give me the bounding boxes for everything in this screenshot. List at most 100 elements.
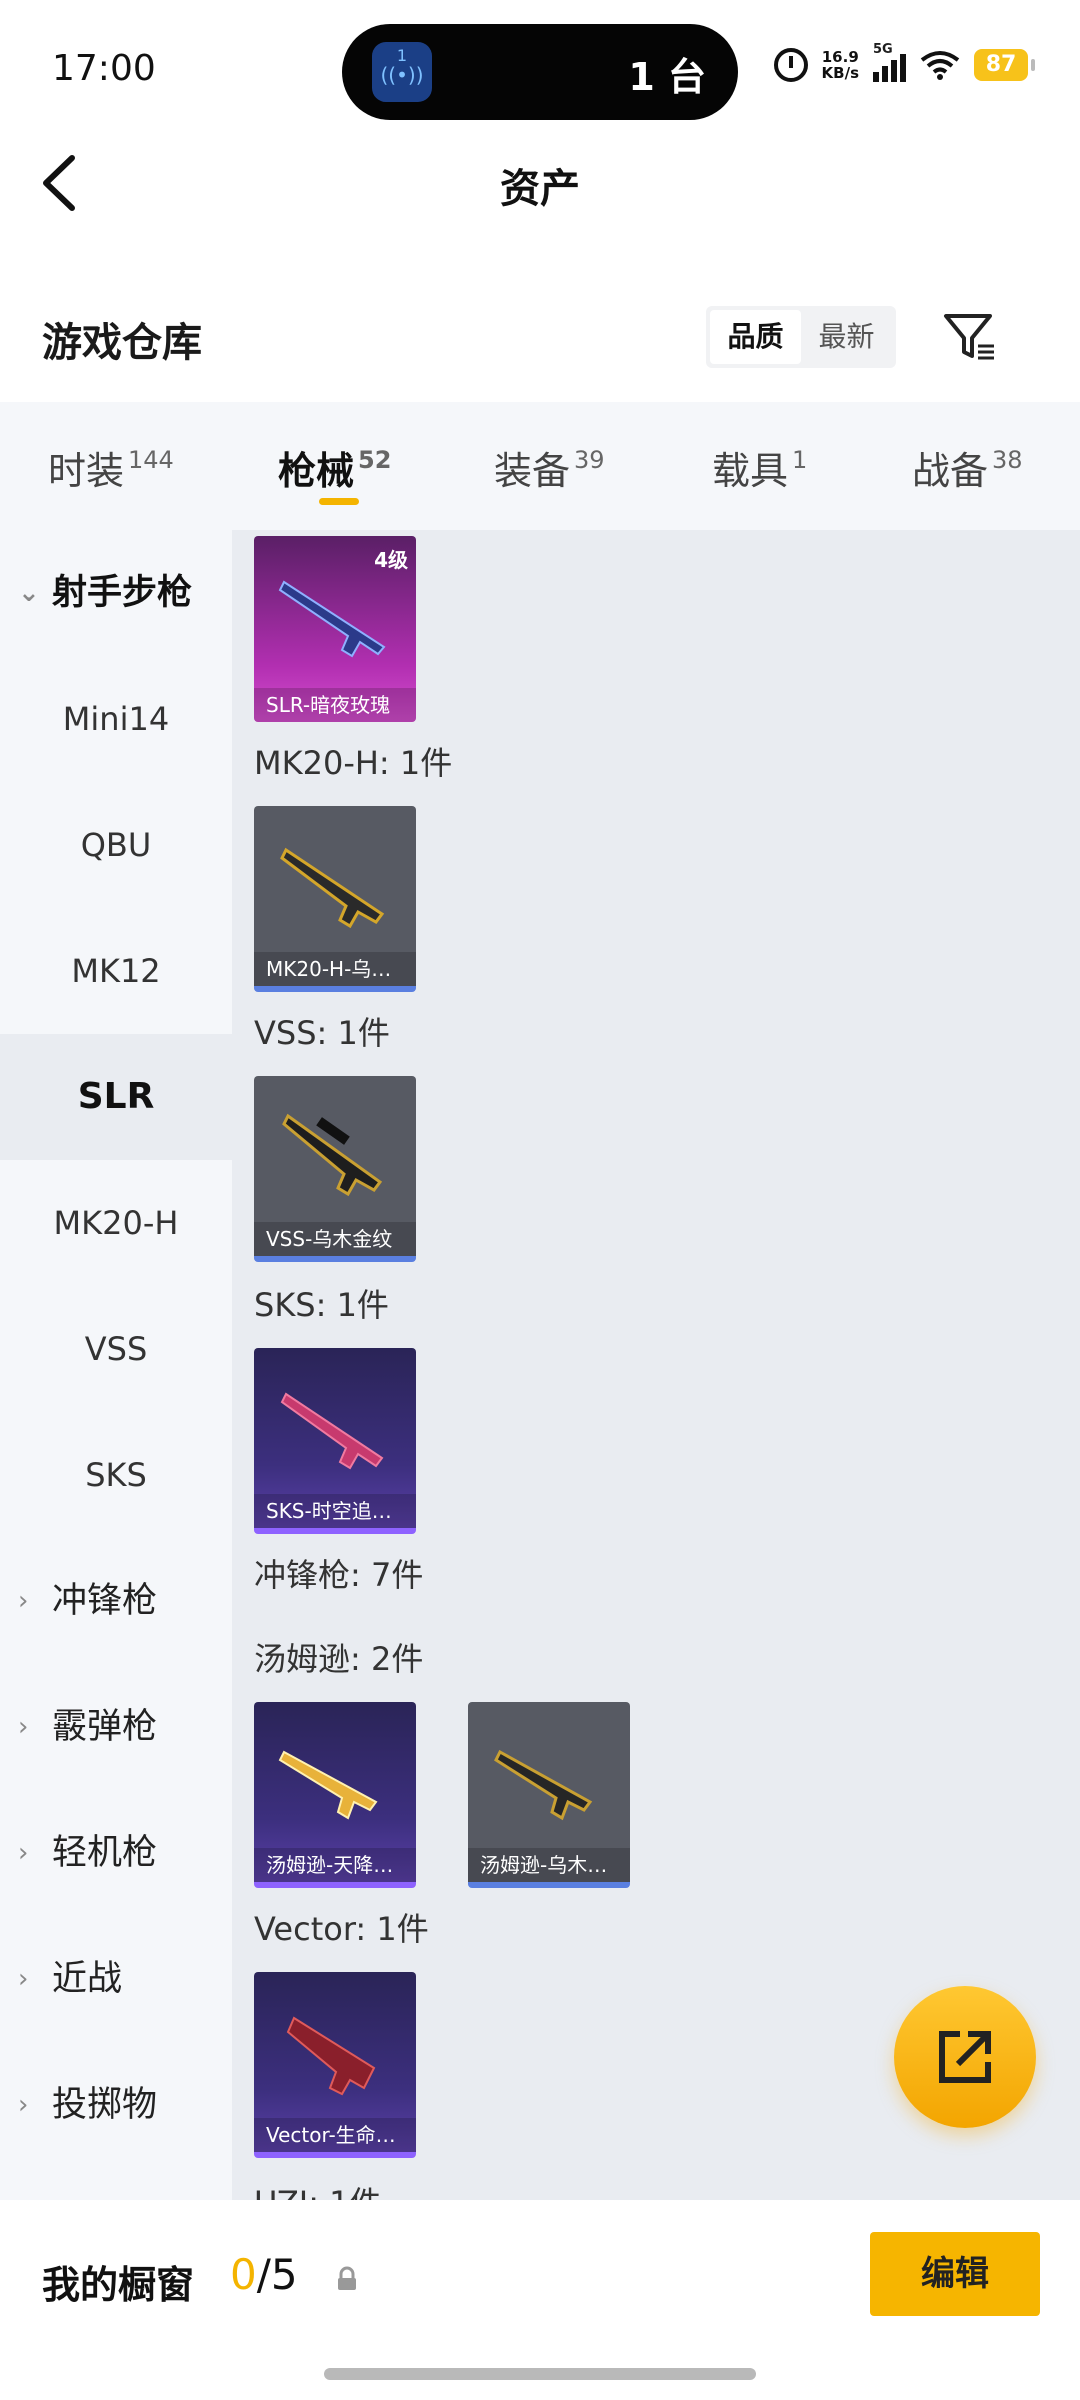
tab-label: 载具 xyxy=(712,449,789,493)
chevron-down-icon: ⌄ xyxy=(18,578,40,608)
sort-quality-button[interactable]: 品质 xyxy=(710,310,801,364)
sort-newest-button[interactable]: 最新 xyxy=(801,310,892,364)
weapon-name: SKS-时空追… xyxy=(254,1494,416,1528)
weapon-name: MK20-H-乌… xyxy=(254,952,416,986)
sidebar-item-sks[interactable]: SKS xyxy=(0,1412,232,1538)
tab-count: 38 xyxy=(992,446,1023,474)
sidebar-item-melee[interactable]: › 近战 xyxy=(0,1916,232,2042)
tab-count: 144 xyxy=(128,446,174,474)
sort-toggle: 品质 最新 xyxy=(706,306,896,368)
tab-vehicles[interactable]: 载具 1 xyxy=(712,440,807,495)
rifle-skin-icon xyxy=(278,580,386,658)
sidebar-item-marksman-rifles[interactable]: ⌄ 射手步枪 xyxy=(0,530,232,656)
weapon-card[interactable]: SKS-时空追… xyxy=(254,1348,416,1534)
network-speed: 16.9 KB/s xyxy=(822,49,859,81)
page-title: 资产 xyxy=(500,166,580,212)
weapon-card[interactable]: 4级 SLR-暗夜玫瑰 xyxy=(254,536,416,722)
category-tabs: 时装 144 枪械 52 装备 39 载具 1 战备 38 xyxy=(0,402,1080,530)
tab-count: 52 xyxy=(358,446,392,474)
weapon-name: SLR-暗夜玫瑰 xyxy=(254,688,416,722)
chevron-right-icon: › xyxy=(18,1964,29,1994)
showcase-count: 0/5 xyxy=(230,2250,298,2299)
sidebar-item-smg[interactable]: › 冲锋枪 xyxy=(0,1538,232,1664)
group-heading: 汤姆逊: 2件 xyxy=(254,1640,424,1678)
sidebar-item-label: 冲锋枪 xyxy=(52,1581,158,1621)
island-device-count: 1 台 xyxy=(628,55,706,99)
island-app-icon: 1 ((•)) xyxy=(372,42,432,102)
chevron-right-icon: › xyxy=(18,1586,29,1616)
alarm-icon xyxy=(773,48,808,82)
group-heading: UZI: 1件 xyxy=(254,2178,382,2200)
dynamic-island[interactable]: 1 ((•)) 1 台 xyxy=(342,24,738,120)
weapon-card[interactable]: 汤姆逊-天降… xyxy=(254,1702,416,1888)
group-heading: Vector: 1件 xyxy=(254,1910,429,1948)
filter-icon[interactable] xyxy=(940,306,1000,366)
weapon-list: 4级 SLR-暗夜玫瑰 MK20-H: 1件 MK20-H-乌… VSS: 1件… xyxy=(232,530,1080,2200)
showcase-label: 我的橱窗 xyxy=(42,2263,195,2307)
group-heading: MK20-H: 1件 xyxy=(254,744,453,782)
smg-skin-icon xyxy=(494,1749,593,1821)
sidebar-item-label: 轻机枪 xyxy=(52,1833,158,1873)
status-time: 17:00 xyxy=(52,48,156,89)
share-button[interactable] xyxy=(894,1986,1036,2128)
weapon-card[interactable]: 汤姆逊-乌木… xyxy=(468,1702,630,1888)
tab-label: 战备 xyxy=(912,449,989,493)
home-indicator[interactable] xyxy=(324,2368,756,2380)
sidebar-item-mk12[interactable]: MK12 xyxy=(0,908,232,1034)
network-speed-unit: KB/s xyxy=(821,64,859,82)
tab-equipment[interactable]: 装备 39 xyxy=(494,440,605,495)
weapon-card[interactable]: Vector-生命… xyxy=(254,1972,416,2158)
showcase-current: 0 xyxy=(230,2250,257,2299)
weapon-name: Vector-生命… xyxy=(254,2118,416,2152)
tab-count: 1 xyxy=(792,446,808,474)
weapon-card[interactable]: MK20-H-乌… xyxy=(254,806,416,992)
cellular-signal-icon: 5G xyxy=(873,42,906,82)
chevron-right-icon: › xyxy=(18,2090,29,2120)
showcase-total: /5 xyxy=(256,2250,298,2299)
wifi-icon xyxy=(920,51,960,80)
status-icons: 16.9 KB/s 5G 87 xyxy=(773,42,1035,82)
sidebar-item-label: 投掷物 xyxy=(52,2085,158,2125)
smg-skin-icon xyxy=(278,1750,378,1820)
sidebar-item-shotgun[interactable]: › 霰弹枪 xyxy=(0,1664,232,1790)
rifle-skin-icon xyxy=(280,847,385,929)
chevron-right-icon: › xyxy=(18,1712,29,1742)
rifle-skin-icon xyxy=(282,1113,383,1197)
tab-weapons[interactable]: 枪械 52 xyxy=(278,440,391,495)
tab-supplies[interactable]: 战备 38 xyxy=(912,440,1023,495)
tab-label: 装备 xyxy=(494,449,571,493)
network-speed-value: 16.9 xyxy=(821,48,859,66)
sidebar-item-slr[interactable]: SLR xyxy=(0,1034,232,1160)
weapon-name: 汤姆逊-天降… xyxy=(254,1848,416,1882)
sidebar-item-label: 近战 xyxy=(52,1959,123,1999)
rifle-skin-icon xyxy=(280,1392,384,1470)
section-title: 游戏仓库 xyxy=(42,320,202,366)
chevron-right-icon: › xyxy=(18,1838,29,1868)
share-icon xyxy=(939,2031,991,2083)
smg-skin-icon xyxy=(286,2016,376,2096)
sidebar-item-mini14[interactable]: Mini14 xyxy=(0,656,232,782)
island-app-badge: 1 xyxy=(396,46,408,65)
sidebar-item-label: 霰弹枪 xyxy=(52,1707,158,1747)
tab-label: 时装 xyxy=(48,449,125,493)
weapon-card[interactable]: VSS-乌木金纹 xyxy=(254,1076,416,1262)
tab-count: 39 xyxy=(574,446,605,474)
sidebar-item-mk20h[interactable]: MK20-H xyxy=(0,1160,232,1286)
bottom-bar: 我的橱窗 0/5 编辑 xyxy=(0,2200,1080,2400)
group-heading: SKS: 1件 xyxy=(254,1286,389,1324)
battery-icon: 87 xyxy=(974,49,1035,81)
lock-icon xyxy=(338,2266,356,2290)
weapon-name: VSS-乌木金纹 xyxy=(254,1222,416,1256)
sidebar-item-vss[interactable]: VSS xyxy=(0,1286,232,1412)
tab-label: 枪械 xyxy=(278,449,355,493)
active-tab-indicator xyxy=(319,498,359,505)
edit-button[interactable]: 编辑 xyxy=(870,2232,1040,2316)
sidebar-item-qbu[interactable]: QBU xyxy=(0,782,232,908)
weapon-type-sidebar: ⌄ 射手步枪 Mini14 QBU MK12 SLR MK20-H VSS SKS… xyxy=(0,530,232,2200)
sidebar-item-throwables[interactable]: › 投掷物 xyxy=(0,2042,232,2168)
signal-label: 5G xyxy=(873,42,893,57)
sidebar-item-label: 射手步枪 xyxy=(52,573,193,613)
tab-fashion[interactable]: 时装 144 xyxy=(48,440,174,495)
sidebar-item-lmg[interactable]: › 轻机枪 xyxy=(0,1790,232,1916)
group-heading: VSS: 1件 xyxy=(254,1014,390,1052)
